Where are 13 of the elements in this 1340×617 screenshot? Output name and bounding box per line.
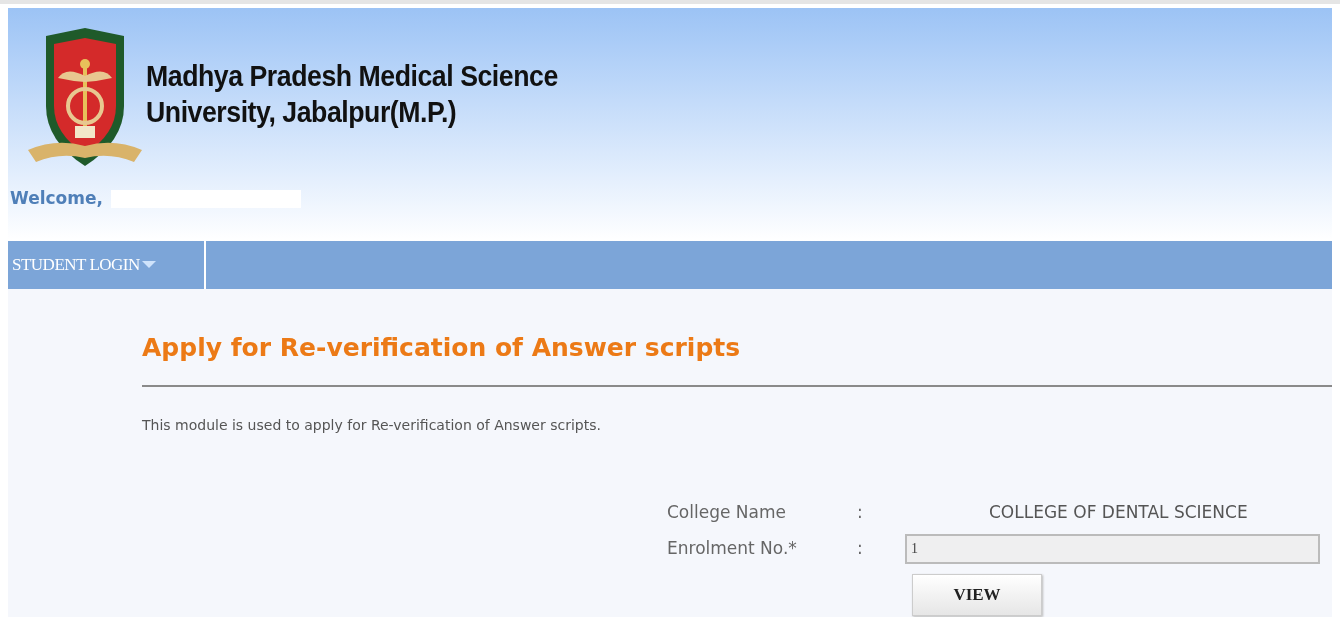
label-colon: : (857, 537, 864, 561)
field-label: Enrolment No.* (667, 537, 798, 561)
field-label: College Name (667, 501, 787, 525)
label-colon: : (857, 501, 864, 525)
caret-icon (141, 261, 156, 269)
page-description: This module is used to apply for Re-verification of Answer scripts. (142, 416, 602, 435)
enrolment-input[interactable]: 1 (905, 534, 1320, 564)
university-name: Madhya Pradesh Medical Science (146, 59, 558, 94)
page-title: Apply for Re-verification of Answer scripts (142, 332, 742, 364)
university-name: University, Jabalpur(M.P.) (146, 95, 458, 130)
welcome-text: Welcome, (10, 187, 103, 210)
view-button[interactable]: VIEW (912, 574, 1042, 616)
college-name-value: COLLEGE OF DENTAL SCIENCE (989, 501, 1248, 525)
